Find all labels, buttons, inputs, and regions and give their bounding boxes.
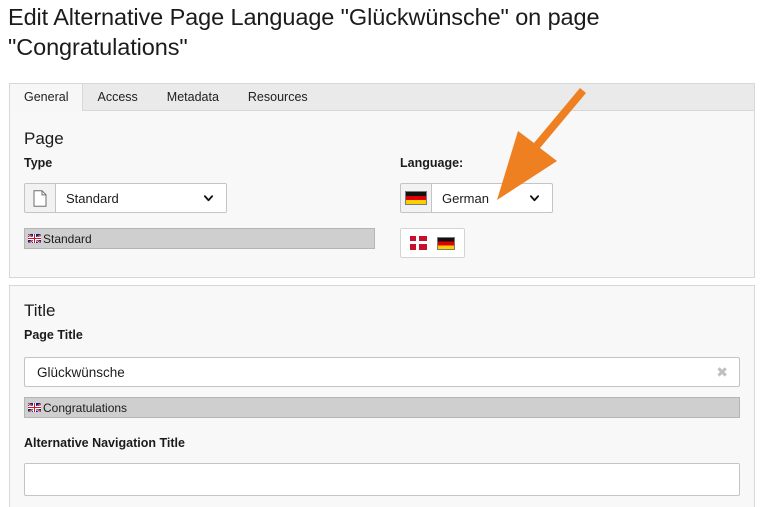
language-flag-chooser[interactable]: [400, 228, 465, 258]
type-select[interactable]: Standard: [55, 183, 227, 213]
tab-bar: General Access Metadata Resources: [9, 83, 755, 111]
document-icon: [24, 183, 55, 213]
page-title-field-label: Page Title: [24, 328, 83, 342]
language-select[interactable]: German: [431, 183, 553, 213]
page-title-default-language-text: Congratulations: [43, 400, 128, 415]
alternative-navigation-title-input[interactable]: [24, 463, 740, 496]
type-select-value: Standard: [66, 190, 119, 206]
page-title: Edit Alternative Page Language "Glückwün…: [8, 4, 600, 60]
type-default-language-text: Standard: [43, 231, 92, 246]
dk-flag-icon[interactable]: [410, 236, 428, 250]
page-title-default-language-hint: Congratulations: [24, 397, 740, 418]
page-title-input-value: Glückwünsche: [37, 364, 125, 380]
title-section-panel: Title Page Title Glückwünsche ✖ Congratu…: [9, 285, 755, 507]
de-flag-icon[interactable]: [437, 236, 455, 250]
page-title-input[interactable]: Glückwünsche ✖: [24, 357, 740, 387]
de-flag-icon: [400, 183, 431, 213]
page-section-panel: Page Type Standard Standard Language: Ge…: [9, 110, 755, 278]
tab-resources[interactable]: Resources: [234, 84, 323, 111]
title-section-heading: Title: [24, 301, 56, 320]
language-select-value: German: [442, 190, 489, 206]
tab-metadata[interactable]: Metadata: [153, 84, 234, 111]
page-section-heading: Page: [24, 129, 64, 148]
clear-x-icon[interactable]: ✖: [716, 365, 728, 379]
tab-access[interactable]: Access: [83, 84, 152, 111]
type-default-language-hint: Standard: [24, 228, 375, 249]
tab-general-label: General: [24, 90, 69, 104]
type-field-label: Type: [24, 156, 53, 170]
language-select-group[interactable]: German: [400, 183, 553, 213]
gb-flag-icon: [28, 234, 41, 243]
gb-flag-icon: [28, 403, 41, 412]
tab-general[interactable]: General: [9, 84, 84, 111]
type-select-group[interactable]: Standard: [24, 183, 227, 213]
tab-metadata-label: Metadata: [166, 90, 219, 104]
tab-access-label: Access: [97, 90, 138, 104]
chevron-down-icon: [529, 195, 540, 202]
language-field-label: Language:: [400, 156, 464, 170]
chevron-down-icon: [203, 195, 214, 202]
alternative-navigation-title-field-label: Alternative Navigation Title: [24, 436, 185, 450]
tab-resources-label: Resources: [247, 90, 308, 104]
